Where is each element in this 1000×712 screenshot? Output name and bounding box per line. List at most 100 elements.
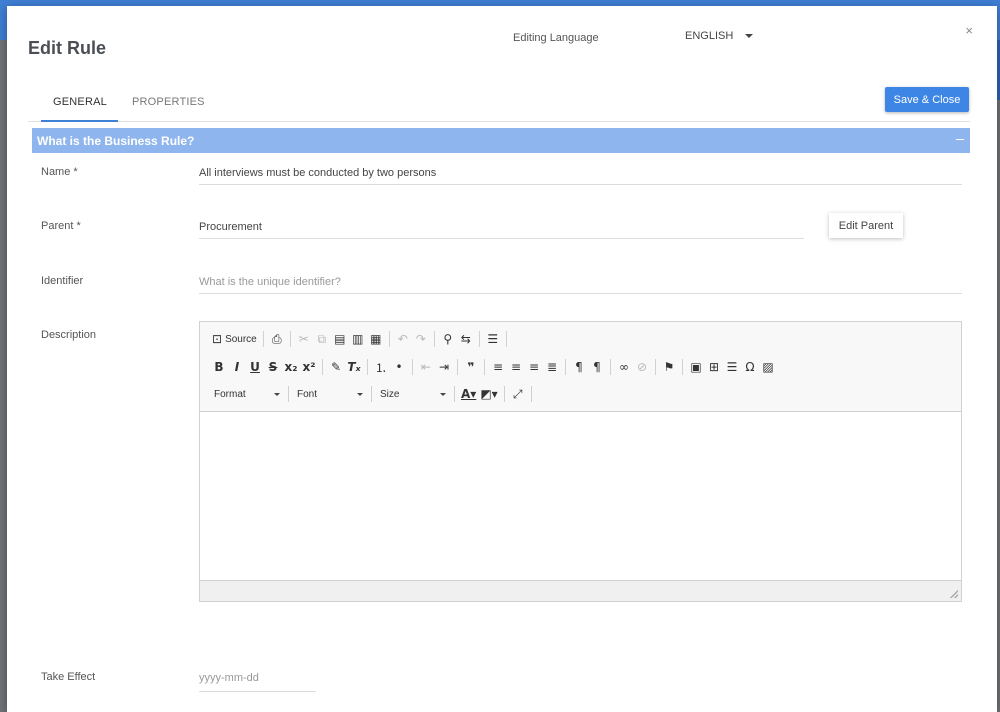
toolbar-separator: [682, 359, 683, 375]
strikethrough-icon[interactable]: S: [264, 358, 282, 376]
edit-parent-button[interactable]: Edit Parent: [829, 213, 903, 238]
image-swap-icon[interactable]: ▣: [687, 358, 705, 376]
section-header[interactable]: What is the Business Rule?: [32, 128, 970, 153]
toolbar-separator: [454, 386, 455, 402]
maximize-icon[interactable]: ⤢: [509, 385, 527, 403]
ltr-icon[interactable]: ¶: [570, 358, 588, 376]
outdent-icon[interactable]: ⇤: [417, 358, 435, 376]
name-label: Name *: [41, 166, 78, 178]
toolbar-separator: [610, 359, 611, 375]
copy-icon[interactable]: ⧉: [313, 330, 331, 348]
toolbar-separator: [262, 331, 264, 347]
link-icon[interactable]: ∞: [615, 358, 633, 376]
bold-icon[interactable]: B: [210, 358, 228, 376]
toolbar-separator: [484, 359, 485, 375]
toolbar-separator: [478, 331, 480, 347]
tab-bar: GENERAL PROPERTIES: [28, 86, 970, 122]
chevron-down-icon: [357, 392, 363, 396]
toolbar-separator: [530, 386, 532, 402]
align-center-icon[interactable]: ≡: [507, 358, 525, 376]
toolbar-separator: [322, 359, 323, 375]
language-value: ENGLISH: [685, 30, 734, 42]
subscript-icon[interactable]: x₂: [282, 358, 300, 376]
paste-word-icon[interactable]: ▦: [367, 330, 385, 348]
editing-language-label: Editing Language: [513, 32, 599, 44]
tab-properties[interactable]: PROPERTIES: [132, 96, 205, 108]
toolbar-separator: [503, 386, 505, 402]
paste-text-icon[interactable]: ▥: [349, 330, 367, 348]
copy-format-icon[interactable]: ✎: [327, 358, 345, 376]
toolbar-separator: [388, 331, 390, 347]
toolbar-separator: [505, 331, 507, 347]
toolbar-separator: [655, 359, 656, 375]
identifier-field[interactable]: What is the unique identifier?: [199, 272, 962, 294]
source-button[interactable]: ⊡ Source: [210, 330, 259, 348]
special-char-icon[interactable]: Ω: [741, 358, 759, 376]
replace-icon[interactable]: ⇆: [457, 330, 475, 348]
close-button[interactable]: ×: [965, 23, 973, 38]
cut-icon[interactable]: ✂: [295, 330, 313, 348]
toolbar-row-3: Format Font Size A▾ ◩▾ ⤢: [210, 385, 536, 403]
background-color-icon[interactable]: ◩▾: [478, 385, 499, 403]
select-all-icon[interactable]: ☰: [484, 330, 502, 348]
rtl-icon[interactable]: ¶: [588, 358, 606, 376]
format-dropdown[interactable]: Format: [210, 385, 284, 403]
undo-icon[interactable]: ↶: [394, 330, 412, 348]
blockquote-icon[interactable]: ❞: [462, 358, 480, 376]
toolbar-row-1: ⊡ Source ⎙ ✂ ⧉ ▤ ▥ ▦ ↶ ↷ ⚲ ⇆ ☰: [210, 330, 511, 348]
dialog-title: Edit Rule: [28, 38, 107, 58]
rich-text-editor: ⊡ Source ⎙ ✂ ⧉ ▤ ▥ ▦ ↶ ↷ ⚲ ⇆ ☰ B I U S x…: [199, 321, 962, 602]
toolbar-row-2: B I U S x₂ x² ✎ Tₓ ⒈ • ⇤ ⇥ ❞ ≡ ≡ ≡ ≣ ¶ ¶…: [210, 358, 777, 376]
toolbar-separator: [367, 359, 368, 375]
parent-field[interactable]: Procurement: [199, 217, 804, 239]
save-close-button[interactable]: Save & Close: [885, 87, 969, 112]
underline-icon[interactable]: U: [246, 358, 264, 376]
horizontal-rule-icon[interactable]: ☰: [723, 358, 741, 376]
active-tab-indicator: [41, 120, 118, 122]
identifier-label: Identifier: [41, 275, 84, 287]
align-right-icon[interactable]: ≡: [525, 358, 543, 376]
resize-handle-icon[interactable]: [950, 590, 958, 598]
superscript-icon[interactable]: x²: [300, 358, 318, 376]
take-effect-date-field[interactable]: yyyy-mm-dd: [199, 670, 316, 692]
table-icon[interactable]: ⊞: [705, 358, 723, 376]
toolbar-separator: [288, 386, 289, 402]
unlink-icon[interactable]: ⊘: [633, 358, 651, 376]
size-dropdown[interactable]: Size: [376, 385, 450, 403]
image-icon[interactable]: ▨: [759, 358, 777, 376]
print-icon[interactable]: ⎙: [268, 330, 286, 348]
anchor-flag-icon[interactable]: ⚑: [660, 358, 678, 376]
text-color-icon[interactable]: A▾: [459, 385, 478, 403]
italic-icon[interactable]: I: [228, 358, 246, 376]
chevron-down-icon: [745, 34, 754, 38]
section-title: What is the Business Rule?: [37, 134, 195, 148]
numbered-list-icon[interactable]: ⒈: [372, 358, 390, 376]
edit-rule-dialog: Edit Rule Editing Language ENGLISH × GEN…: [7, 6, 997, 712]
take-effect-label: Take Effect: [41, 671, 96, 683]
name-field[interactable]: All interviews must be conducted by two …: [199, 163, 962, 185]
collapse-icon[interactable]: [956, 139, 964, 140]
bulleted-list-icon[interactable]: •: [390, 358, 408, 376]
toolbar-separator: [565, 359, 566, 375]
toolbar-separator: [412, 359, 413, 375]
redo-icon[interactable]: ↷: [412, 330, 430, 348]
indent-icon[interactable]: ⇥: [435, 358, 453, 376]
chevron-down-icon: [440, 392, 446, 396]
language-select[interactable]: ENGLISH: [685, 30, 754, 42]
align-left-icon[interactable]: ≡: [489, 358, 507, 376]
paste-icon[interactable]: ▤: [331, 330, 349, 348]
font-dropdown[interactable]: Font: [293, 385, 367, 403]
parent-label: Parent *: [41, 220, 81, 232]
find-icon[interactable]: ⚲: [439, 330, 457, 348]
tab-general[interactable]: GENERAL: [53, 96, 107, 108]
toolbar-separator: [457, 359, 458, 375]
editor-toolbar: ⊡ Source ⎙ ✂ ⧉ ▤ ▥ ▦ ↶ ↷ ⚲ ⇆ ☰ B I U S x…: [200, 322, 961, 412]
description-label: Description: [41, 329, 97, 341]
align-justify-icon[interactable]: ≣: [543, 358, 561, 376]
toolbar-separator: [289, 331, 291, 347]
toolbar-separator: [371, 386, 372, 402]
editor-statusbar: [200, 580, 961, 601]
toolbar-separator: [433, 331, 435, 347]
remove-format-icon[interactable]: Tₓ: [345, 358, 363, 376]
editor-content-area[interactable]: [200, 412, 961, 580]
